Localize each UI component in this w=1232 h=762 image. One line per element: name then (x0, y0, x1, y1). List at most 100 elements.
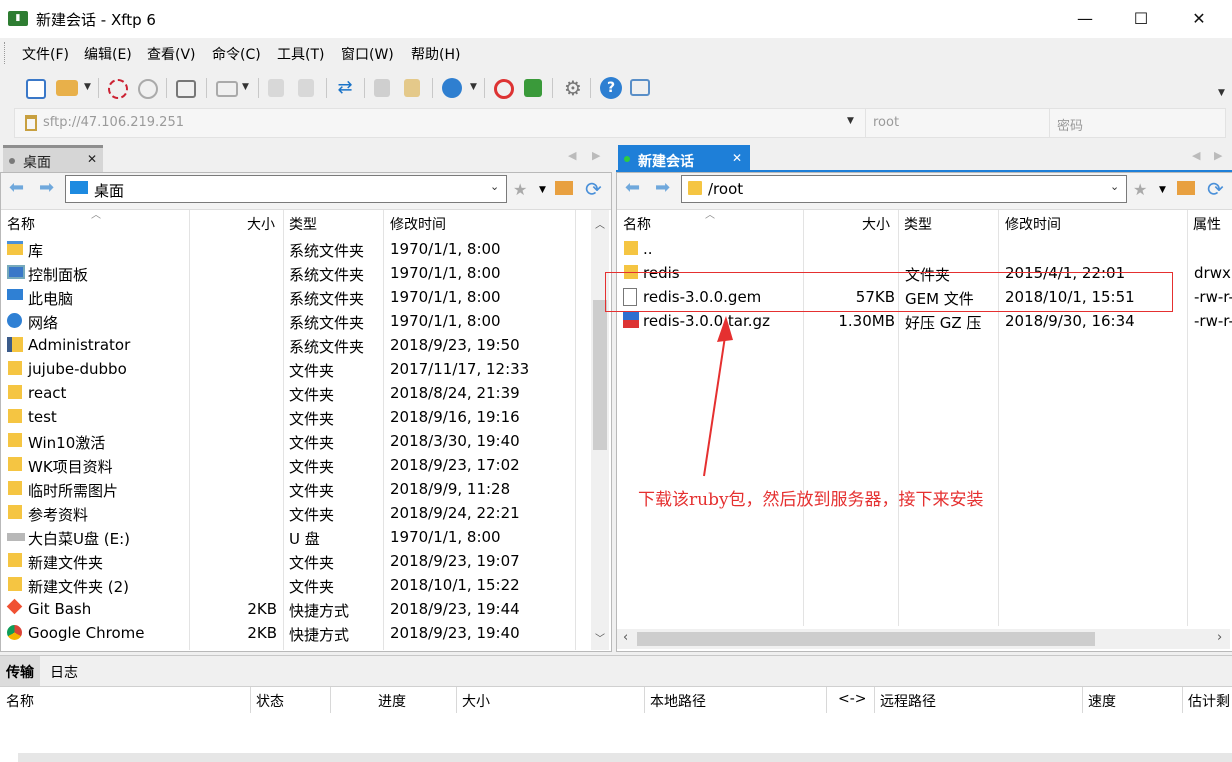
bookmark-star-icon[interactable]: ★ (1133, 180, 1147, 199)
open-folder-icon[interactable] (56, 80, 78, 96)
col-name[interactable]: 名称 (7, 214, 35, 234)
right-path-combobox[interactable]: /root ⌄ (681, 175, 1127, 203)
col-modified[interactable]: 修改时间 (390, 214, 446, 234)
file-row[interactable]: 大白菜U盘 (E:) U 盘 1970/1/1, 8:00 (1, 525, 591, 549)
gear-icon[interactable]: ⚙ (562, 77, 584, 99)
paste-icon[interactable] (404, 79, 420, 97)
password-input[interactable]: 密码 (1057, 115, 1083, 134)
col-name[interactable]: 名称 (6, 691, 34, 711)
file-row[interactable]: react 文件夹 2018/8/24, 21:39 (1, 381, 591, 405)
col-direction[interactable]: <-> (838, 691, 867, 707)
terminal-icon[interactable] (216, 81, 238, 97)
tab-scroll-right-icon[interactable]: ▶ (1214, 149, 1222, 162)
globe-icon[interactable] (442, 78, 462, 98)
scroll-up-icon[interactable]: ︿ (595, 216, 605, 231)
chevron-down-icon[interactable]: ▼ (1159, 185, 1166, 195)
chevron-down-icon[interactable]: ⌄ (1110, 180, 1119, 193)
file-row[interactable]: 此电脑 系统文件夹 1970/1/1, 8:00 (1, 285, 591, 309)
menu-file[interactable]: 文件(F) (22, 44, 69, 64)
col-speed[interactable]: 速度 (1088, 691, 1116, 711)
upload-icon[interactable] (268, 79, 284, 97)
file-row[interactable]: 新建文件夹 (2) 文件夹 2018/10/1, 15:22 (1, 573, 591, 597)
scroll-right-icon[interactable]: › (1217, 630, 1222, 645)
menu-window[interactable]: 窗口(W) (341, 44, 394, 64)
toolbar-overflow-icon[interactable]: ▼ (1218, 88, 1225, 98)
col-size[interactable]: 大小 (462, 691, 490, 711)
tab-scroll-right-icon[interactable]: ▶ (592, 149, 600, 162)
col-attributes[interactable]: 属性 (1193, 214, 1221, 234)
home-folder-icon[interactable] (1177, 181, 1195, 195)
close-button[interactable]: ✕ (1176, 0, 1222, 38)
disconnect-icon[interactable] (138, 79, 158, 99)
col-name[interactable]: 名称 (623, 214, 651, 234)
file-row[interactable]: 控制面板 系统文件夹 1970/1/1, 8:00 (1, 261, 591, 285)
col-type[interactable]: 类型 (904, 214, 932, 234)
file-row[interactable]: Google Chrome 2KB 快捷方式 2018/9/23, 19:40 (1, 621, 591, 645)
minimize-button[interactable]: — (1062, 0, 1108, 38)
scrollbar-thumb[interactable] (637, 632, 1095, 646)
col-eta[interactable]: 估计剩 (1188, 691, 1230, 711)
properties-icon[interactable] (176, 80, 196, 98)
home-folder-icon[interactable] (555, 181, 573, 195)
file-row[interactable]: 临时所需图片 文件夹 2018/9/9, 11:28 (1, 477, 591, 501)
col-modified[interactable]: 修改时间 (1005, 214, 1061, 234)
menu-view[interactable]: 查看(V) (147, 44, 196, 64)
file-row[interactable]: 网络 系统文件夹 1970/1/1, 8:00 (1, 309, 591, 333)
file-row[interactable]: 参考资料 文件夹 2018/9/24, 22:21 (1, 501, 591, 525)
scroll-down-icon[interactable]: ﹀ (595, 630, 605, 645)
file-row[interactable]: Git Bash 2KB 快捷方式 2018/9/23, 19:44 (1, 597, 591, 621)
download-icon[interactable] (298, 79, 314, 97)
menu-help[interactable]: 帮助(H) (411, 44, 460, 64)
tab-new-session[interactable]: 新建会话 ✕ (618, 145, 750, 173)
col-size[interactable]: 大小 (247, 214, 275, 234)
username-input[interactable]: root (873, 115, 899, 130)
file-row[interactable]: test 文件夹 2018/9/16, 19:16 (1, 405, 591, 429)
file-row[interactable]: 新建文件夹 文件夹 2018/9/23, 19:07 (1, 549, 591, 573)
refresh-icon[interactable]: ⟳ (585, 177, 602, 201)
file-row[interactable]: 库 系统文件夹 1970/1/1, 8:00 (1, 237, 591, 261)
forward-arrow-icon[interactable]: ➡ (39, 177, 54, 198)
tab-log[interactable]: 日志 (50, 662, 78, 682)
bookmark-star-icon[interactable]: ★ (513, 180, 527, 199)
menu-tools[interactable]: 工具(T) (277, 44, 324, 64)
right-horizontal-scrollbar[interactable]: ‹ › (617, 629, 1230, 649)
file-row[interactable]: WK项目资料 文件夹 2018/9/23, 17:02 (1, 453, 591, 477)
chevron-down-icon[interactable]: ▼ (242, 82, 249, 92)
file-row[interactable]: jujube-dubbo 文件夹 2017/11/17, 12:33 (1, 357, 591, 381)
connect-icon[interactable] (108, 79, 128, 99)
col-progress[interactable]: 进度 (378, 691, 406, 711)
refresh-icon[interactable]: ⟳ (1207, 177, 1224, 201)
chevron-down-icon[interactable]: ▼ (847, 116, 854, 126)
close-icon[interactable]: ✕ (87, 152, 97, 166)
copy-icon[interactable] (374, 79, 390, 97)
tab-scroll-left-icon[interactable]: ◀ (1192, 149, 1200, 162)
close-icon[interactable]: ✕ (732, 151, 742, 165)
xshell-icon[interactable] (494, 79, 514, 99)
xftp-icon[interactable] (524, 79, 542, 97)
transfer-icon[interactable]: ⇄ (334, 77, 356, 99)
file-row[interactable]: Administrator 系统文件夹 2018/9/23, 19:50 (1, 333, 591, 357)
tab-transfer[interactable]: 传输 (6, 662, 34, 682)
back-arrow-icon[interactable]: ⬅ (9, 177, 24, 198)
transfer-horizontal-scrollbar[interactable] (18, 753, 1232, 762)
left-path-combobox[interactable]: 桌面 ⌄ (65, 175, 507, 203)
help-icon[interactable]: ? (600, 77, 622, 99)
menu-command[interactable]: 命令(C) (212, 44, 261, 64)
scroll-left-icon[interactable]: ‹ (623, 630, 628, 645)
file-row[interactable]: .. (617, 237, 1232, 261)
tab-scroll-left-icon[interactable]: ◀ (568, 149, 576, 162)
file-row[interactable]: Win10激活 文件夹 2018/3/30, 19:40 (1, 429, 591, 453)
chevron-down-icon[interactable]: ▼ (470, 82, 477, 92)
tab-desktop[interactable]: 桌面 ✕ (3, 145, 103, 173)
menu-edit[interactable]: 编辑(E) (84, 44, 132, 64)
new-session-icon[interactable] (26, 79, 46, 99)
col-type[interactable]: 类型 (289, 214, 317, 234)
maximize-button[interactable]: ☐ (1118, 0, 1164, 38)
host-input[interactable]: sftp://47.106.219.251 (43, 115, 184, 130)
chevron-down-icon[interactable]: ⌄ (490, 180, 499, 193)
col-status[interactable]: 状态 (256, 691, 284, 711)
chat-icon[interactable] (630, 79, 650, 96)
scrollbar-thumb[interactable] (593, 300, 607, 450)
forward-arrow-icon[interactable]: ➡ (655, 177, 670, 198)
col-size[interactable]: 大小 (862, 214, 890, 234)
